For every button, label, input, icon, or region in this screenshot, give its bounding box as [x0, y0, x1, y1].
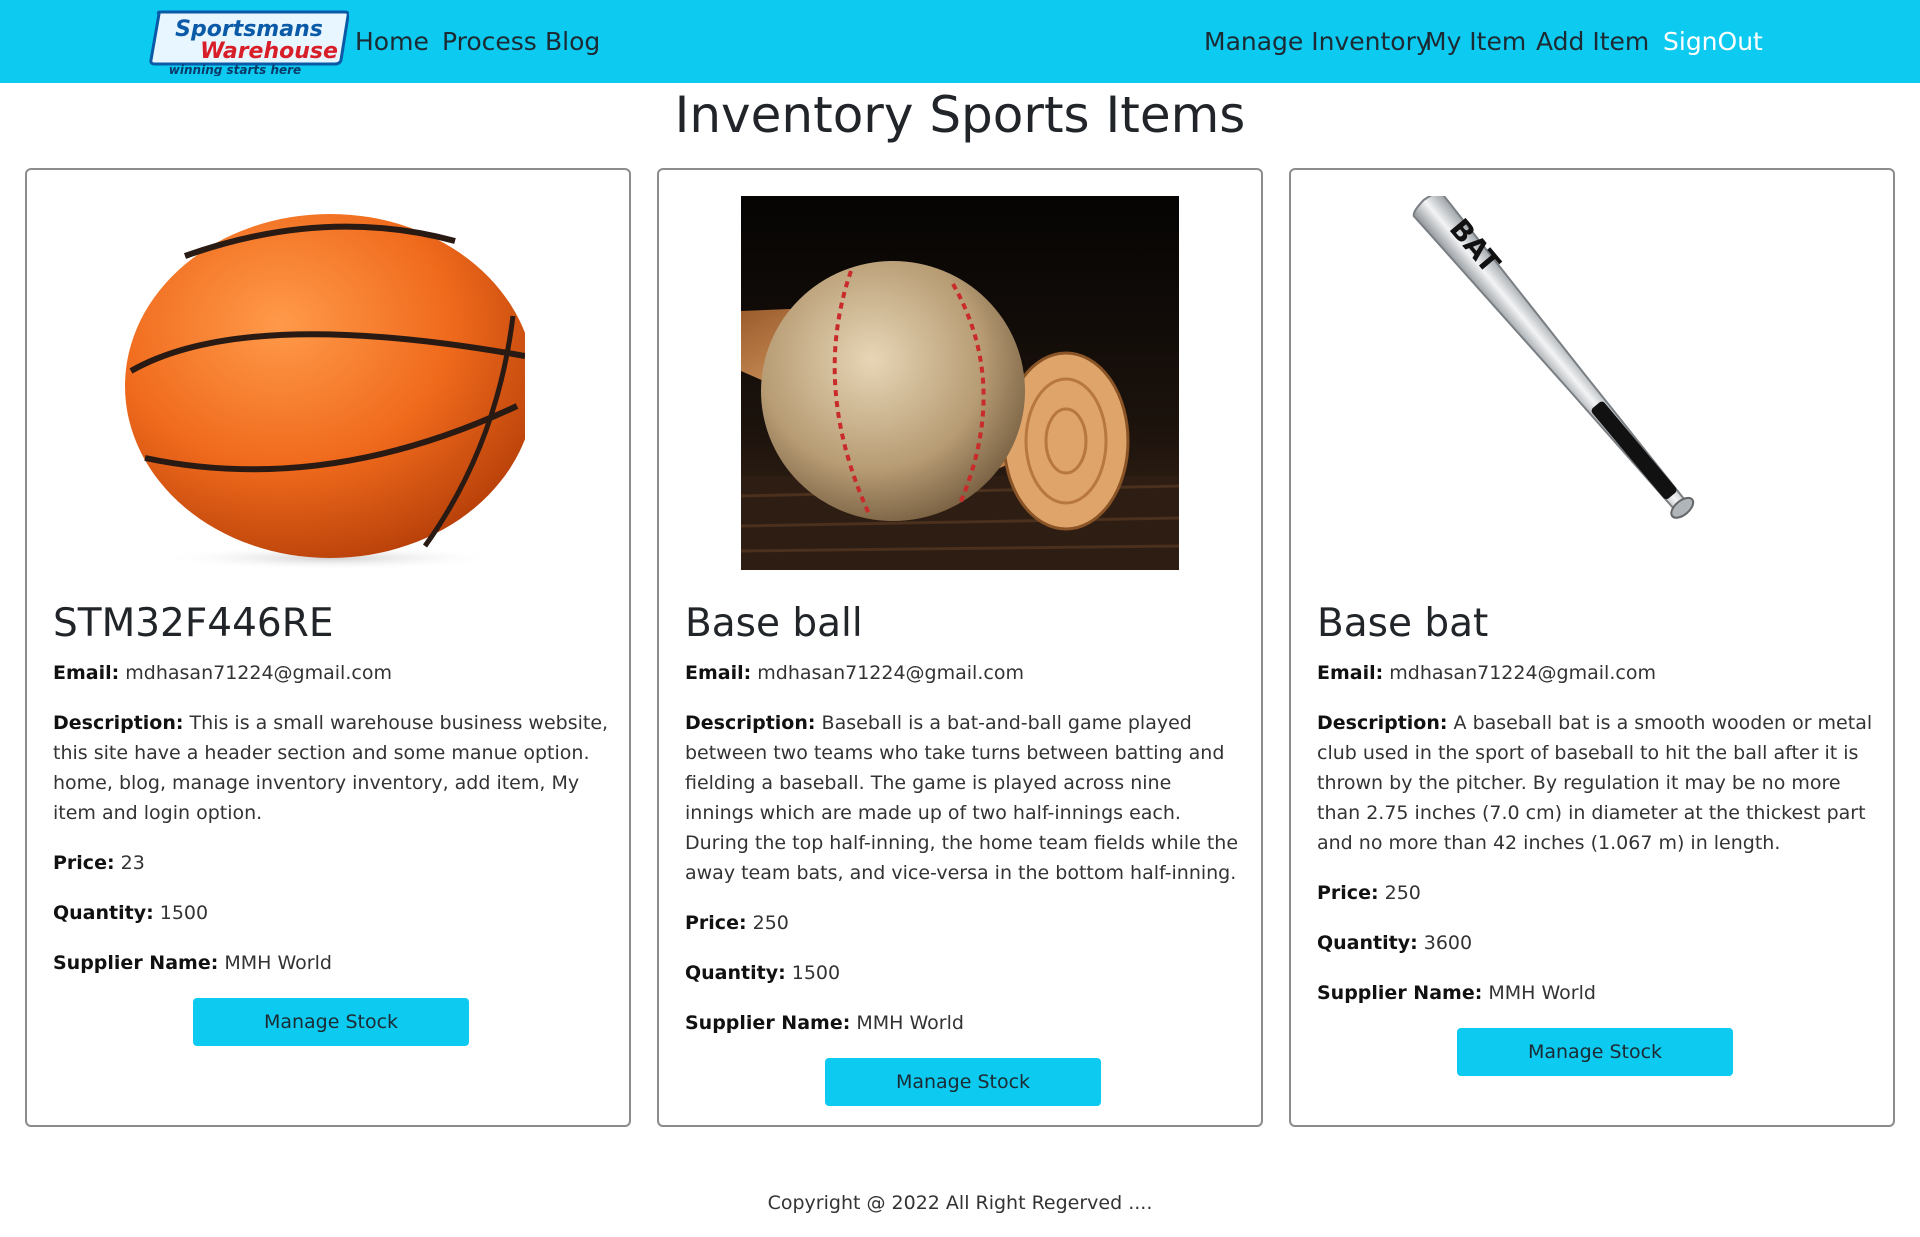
item-card: Base ball Email: mdhasan71224@gmail.com … [657, 168, 1263, 1127]
page-title: Inventory Sports Items [674, 86, 1246, 144]
nav-blog[interactable]: Blog [545, 24, 600, 60]
nav-add-item[interactable]: Add Item [1536, 24, 1649, 60]
manage-stock-button[interactable]: Manage Stock [825, 1058, 1101, 1106]
brand-logo[interactable]: Sportsmans Warehouse winning starts here [149, 8, 349, 76]
brand-line2: Warehouse [200, 39, 338, 64]
item-quantity: Quantity: 3600 [1317, 932, 1473, 954]
item-quantity: Quantity: 1500 [53, 902, 209, 924]
item-description: Description: This is a small warehouse b… [53, 712, 609, 824]
nav-my-item[interactable]: My Item [1425, 24, 1526, 60]
item-card: STM32F446RE Email: mdhasan71224@gmail.co… [25, 168, 631, 1127]
nav-home[interactable]: Home [355, 24, 429, 60]
item-quantity: Quantity: 1500 [685, 962, 841, 984]
item-supplier: Supplier Name: MMH World [53, 952, 332, 974]
item-price: Price: 23 [53, 852, 145, 874]
item-supplier: Supplier Name: MMH World [685, 1012, 964, 1034]
item-email: Email: mdhasan71224@gmail.com [53, 662, 392, 684]
item-price: Price: 250 [685, 912, 789, 934]
footer-copyright: Copyright @ 2022 All Right Regerved .... [767, 1192, 1153, 1214]
nav-process[interactable]: Process [442, 24, 537, 60]
card-body: STM32F446RE Email: mdhasan71224@gmail.co… [53, 596, 609, 1046]
item-name: Base bat [1317, 601, 1489, 646]
item-description: Description: Baseball is a bat-and-ball … [685, 712, 1239, 884]
manage-stock-button[interactable]: Manage Stock [1457, 1028, 1733, 1076]
nav-signout[interactable]: SignOut [1663, 24, 1763, 60]
item-email: Email: mdhasan71224@gmail.com [685, 662, 1024, 684]
card-body: Base bat Email: mdhasan71224@gmail.com D… [1317, 596, 1873, 1076]
item-email: Email: mdhasan71224@gmail.com [1317, 662, 1656, 684]
item-price: Price: 250 [1317, 882, 1421, 904]
item-name: Base ball [685, 601, 863, 646]
brand-tagline: winning starts here [169, 63, 301, 76]
item-name: STM32F446RE [53, 601, 334, 646]
item-card: BAT Base bat Email: mdhasan71224@gmail.c… [1289, 168, 1895, 1127]
item-description: Description: A baseball bat is a smooth … [1317, 712, 1873, 854]
baseball-image [741, 196, 1179, 570]
card-body: Base ball Email: mdhasan71224@gmail.com … [685, 596, 1241, 1106]
nav-manage-inventory[interactable]: Manage Inventory [1204, 24, 1431, 60]
basketball-image [125, 196, 525, 570]
item-supplier: Supplier Name: MMH World [1317, 982, 1596, 1004]
manage-stock-button[interactable]: Manage Stock [193, 998, 469, 1046]
header-navbar: Sportsmans Warehouse winning starts here… [0, 0, 1920, 83]
baseball-bat-image: BAT [1389, 196, 1789, 570]
